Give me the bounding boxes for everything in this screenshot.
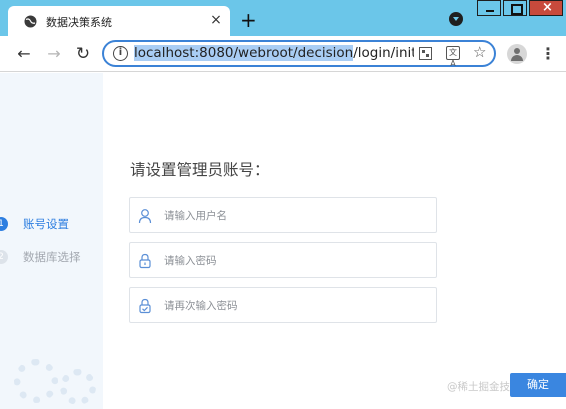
translate-icon[interactable]: 文A xyxy=(446,46,460,68)
forward-arrow-icon[interactable]: → xyxy=(44,44,64,64)
window-close-icon[interactable]: × xyxy=(529,0,563,16)
info-icon[interactable]: i xyxy=(113,46,128,61)
password-field[interactable] xyxy=(129,242,437,278)
username-input[interactable] xyxy=(164,205,424,227)
step-number-badge: 1 xyxy=(0,217,8,231)
step-sidebar: 1 账号设置 2 数据库选择 xyxy=(0,73,103,409)
url-selected-part: localhost:8080/webroot/decision xyxy=(134,45,354,61)
close-icon[interactable]: × xyxy=(208,12,224,28)
step-label: 账号设置 xyxy=(23,217,69,231)
maximize-icon[interactable] xyxy=(503,0,527,16)
window-close-glyph: × xyxy=(542,0,553,15)
reload-icon[interactable]: ↻ xyxy=(73,44,93,64)
gear-decoration-icon xyxy=(14,359,58,403)
tab-search-icon[interactable] xyxy=(449,12,463,26)
url-text[interactable]: localhost:8080/webroot/decision/login/in… xyxy=(134,45,414,61)
qr-code-icon[interactable] xyxy=(419,47,432,60)
password-input[interactable] xyxy=(164,250,424,272)
username-field[interactable] xyxy=(129,197,437,233)
confirm-password-input[interactable] xyxy=(164,295,424,317)
tab-title: 数据决策系统 xyxy=(46,16,112,29)
step-number-badge: 2 xyxy=(0,250,8,264)
confirm-button[interactable]: 确定 xyxy=(510,373,566,397)
plus-icon[interactable]: + xyxy=(240,10,257,30)
back-arrow-icon[interactable]: ← xyxy=(14,44,34,64)
confirm-password-field[interactable] xyxy=(129,287,437,323)
tab-strip: 数据决策系统 × + × xyxy=(0,0,566,36)
more-menu-icon[interactable]: ⋮ xyxy=(540,44,556,64)
star-icon[interactable]: ☆ xyxy=(473,43,486,61)
step-label: 数据库选择 xyxy=(23,250,81,264)
url-rest-part: /login/initial xyxy=(353,45,414,61)
globe-icon xyxy=(24,15,37,28)
address-bar[interactable]: i localhost:8080/webroot/decision/login/… xyxy=(102,40,496,68)
gear-decoration-icon xyxy=(60,369,96,405)
form-title: 请设置管理员账号： xyxy=(130,161,270,179)
user-icon xyxy=(138,209,152,224)
minimize-icon[interactable] xyxy=(477,0,501,16)
page-content: 1 账号设置 2 数据库选择 请设置管理员账号： @ xyxy=(0,73,566,409)
lock-icon xyxy=(139,253,151,269)
browser-toolbar: ← → ↻ i localhost:8080/webroot/decision/… xyxy=(0,36,566,72)
lock-check-icon xyxy=(139,298,151,314)
profile-icon[interactable] xyxy=(507,44,527,64)
browser-tab[interactable]: 数据决策系统 × xyxy=(8,6,230,36)
